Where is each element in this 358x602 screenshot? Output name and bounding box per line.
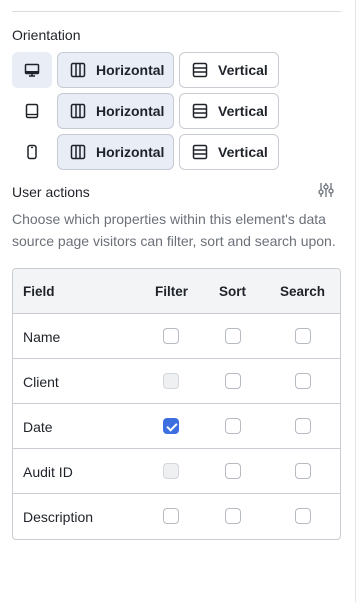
- sort-checkbox[interactable]: [225, 328, 241, 344]
- horizontal-label: Horizontal: [96, 144, 165, 160]
- desktop-icon[interactable]: [12, 52, 52, 88]
- panel-edge: [355, 0, 356, 602]
- orientation-row-desktop: Horizontal Vertical: [12, 52, 282, 88]
- rows-icon: [192, 62, 208, 78]
- header-filter: Filter: [155, 284, 189, 299]
- field-name: Name: [23, 329, 61, 345]
- orientation-row-mobile: Horizontal Vertical: [12, 134, 282, 170]
- sort-checkbox[interactable]: [225, 418, 241, 434]
- field-name: Description: [23, 509, 94, 525]
- columns-icon: [70, 62, 86, 78]
- search-checkbox[interactable]: [295, 463, 311, 479]
- search-checkbox[interactable]: [295, 508, 311, 524]
- sliders-icon[interactable]: [318, 182, 334, 198]
- sort-checkbox[interactable]: [225, 373, 241, 389]
- search-checkbox[interactable]: [295, 418, 311, 434]
- vertical-label: Vertical: [218, 144, 268, 160]
- table-row: Date: [13, 404, 340, 449]
- mobile-icon[interactable]: [12, 134, 52, 170]
- tablet-icon[interactable]: [12, 93, 52, 129]
- user-actions-description: Choose which properties within this elem…: [12, 211, 336, 249]
- desktop-horizontal-button[interactable]: Horizontal: [57, 52, 174, 88]
- top-divider: [12, 11, 341, 12]
- user-actions-table: Field Filter Sort Search Name Client Date A…: [12, 268, 341, 540]
- header-search: Search: [280, 284, 326, 299]
- field-name: Client: [23, 374, 59, 390]
- orientation-title: Orientation: [12, 27, 81, 43]
- desktop-vertical-button[interactable]: Vertical: [179, 52, 279, 88]
- rows-icon: [192, 103, 208, 119]
- table-row: Audit ID: [13, 449, 340, 494]
- tablet-horizontal-button[interactable]: Horizontal: [57, 93, 174, 129]
- sort-checkbox[interactable]: [225, 508, 241, 524]
- field-name: Date: [23, 419, 53, 435]
- columns-icon: [70, 144, 86, 160]
- filter-checkbox: [163, 463, 179, 479]
- header-sort: Sort: [219, 284, 246, 299]
- user-actions-title: User actions: [12, 184, 90, 200]
- vertical-label: Vertical: [218, 103, 268, 119]
- rows-icon: [192, 144, 208, 160]
- vertical-label: Vertical: [218, 62, 268, 78]
- mobile-horizontal-button[interactable]: Horizontal: [57, 134, 174, 170]
- mobile-vertical-button[interactable]: Vertical: [179, 134, 279, 170]
- filter-checkbox[interactable]: [163, 328, 179, 344]
- orientation-row-tablet: Horizontal Vertical: [12, 93, 282, 129]
- search-checkbox[interactable]: [295, 373, 311, 389]
- search-checkbox[interactable]: [295, 328, 311, 344]
- table-row: Description: [13, 494, 340, 539]
- tablet-vertical-button[interactable]: Vertical: [179, 93, 279, 129]
- sort-checkbox[interactable]: [225, 463, 241, 479]
- filter-checkbox[interactable]: [163, 418, 179, 434]
- horizontal-label: Horizontal: [96, 62, 165, 78]
- horizontal-label: Horizontal: [96, 103, 165, 119]
- table-row: Name: [13, 314, 340, 359]
- filter-checkbox[interactable]: [163, 508, 179, 524]
- filter-checkbox: [163, 373, 179, 389]
- field-name: Audit ID: [23, 464, 73, 480]
- table-row: Client: [13, 359, 340, 404]
- header-field: Field: [23, 284, 55, 299]
- columns-icon: [70, 103, 86, 119]
- table-header: Field Filter Sort Search: [13, 269, 340, 314]
